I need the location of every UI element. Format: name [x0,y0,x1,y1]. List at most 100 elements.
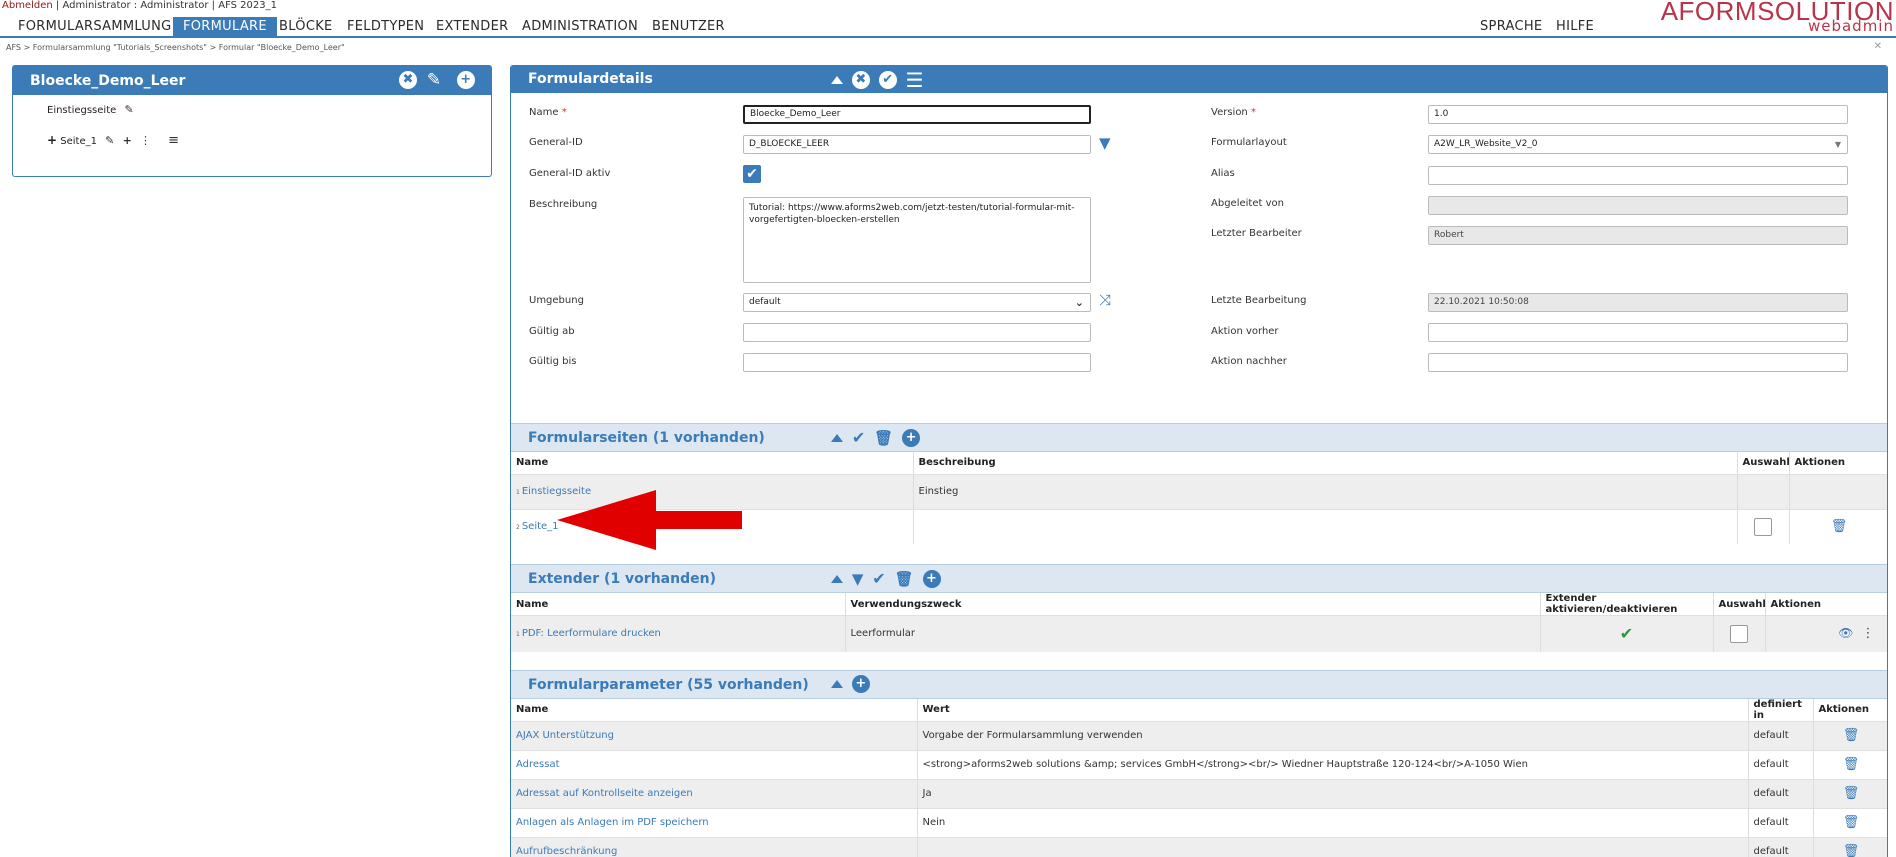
filter-icon[interactable]: ▼ [852,570,864,588]
param-value-cell [917,836,1749,857]
nav-formularsammlung[interactable]: FORMULARSAMMLUNG [8,17,181,37]
trash-icon[interactable]: 🗑 [874,429,893,447]
col-name[interactable]: Name [511,452,914,474]
add-circle-icon[interactable]: + [922,570,941,588]
nav-administration[interactable]: ADMINISTRATION [512,17,648,37]
col-value[interactable]: Wert [917,698,1749,721]
param-name-cell[interactable]: Adressat [511,749,918,779]
environment-label: Umgebung [529,295,584,306]
params-table-header: Name Wert definiert in Aktionen [511,698,1887,721]
nav-benutzer[interactable]: BENUTZER [642,17,735,37]
trash-icon[interactable]: 🗑 [1843,844,1860,857]
derived-input [1428,196,1848,215]
trash-icon[interactable]: 🗑 [1843,757,1860,772]
collapse-icon[interactable] [831,575,843,583]
param-defined-cell: default [1748,807,1814,837]
general-id-input[interactable]: D_BLOECKE_LEER [743,135,1091,154]
nav-extender[interactable]: EXTENDER [426,17,518,37]
actions-cell: 🗑 [1813,749,1887,779]
form-details-panel: Formulardetails ✖ ✔ ☰ Name * Bloecke_Dem… [510,65,1888,857]
trash-icon[interactable]: 🗑 [1843,815,1860,830]
action-before-input[interactable] [1428,323,1848,342]
col-name[interactable]: Name [511,593,846,616]
chevron-down-icon: ⌄ [1074,296,1084,309]
derived-label: Abgeleitet von [1211,198,1284,209]
page-link[interactable]: Seite_1 [522,521,559,532]
close-icon[interactable]: ✕ [1874,41,1882,52]
valid-from-input[interactable] [743,323,1091,342]
layout-label: Formularlayout [1211,137,1287,148]
trash-icon[interactable]: 🗑 [895,570,914,588]
add-circle-icon[interactable]: + [851,674,870,693]
add-circle-icon[interactable]: + [902,429,921,447]
description-textarea[interactable]: Tutorial: https://www.aforms2web.com/jet… [743,197,1091,283]
version-input[interactable]: 1.0 [1428,105,1848,124]
edit-icon[interactable]: ✎ [105,134,114,147]
nav-hilfe[interactable]: HILFE [1546,17,1604,37]
param-name-cell[interactable]: Anlagen als Anlagen im PDF speichern [511,807,918,837]
col-description[interactable]: Beschreibung [913,452,1738,474]
eye-icon[interactable]: 👁 [1838,626,1853,640]
tree-item-entry-label[interactable]: Einstiegsseite [47,105,116,116]
selection-checkbox[interactable] [1730,624,1748,643]
active-check-icon[interactable]: ✔ [1620,624,1633,643]
extender-name-cell: 1 PDF: Leerformulare drucken [511,615,846,652]
actions-cell [1789,473,1887,509]
nav-feldtypen[interactable]: FELDTYPEN [337,17,434,37]
close-circle-icon[interactable]: ✖ [851,71,870,89]
more-dots-icon[interactable]: ⋮ [1862,626,1875,641]
add-circle-icon[interactable]: + [123,134,132,147]
drag-handle-icon[interactable]: ⋮ [140,134,151,147]
general-id-active-checkbox[interactable]: ✔ [743,165,761,183]
collapse-icon[interactable] [831,76,843,84]
col-defined-in[interactable]: definiert in [1748,698,1814,721]
extender-link[interactable]: PDF: Leerformulare drucken [522,628,661,639]
edit-icon[interactable]: ✎ [427,71,447,89]
nav-bloecke[interactable]: BLÖCKE [269,17,343,37]
valid-to-input[interactable] [743,353,1091,372]
check-circle-icon[interactable]: ✔ [878,71,897,89]
nav-sprache[interactable]: SPRACHE [1470,17,1552,37]
params-title: Formularparameter (55 vorhanden) [528,676,809,693]
close-circle-icon[interactable]: ✖ [399,71,417,89]
param-name-cell[interactable]: AJAX Unterstützung [511,720,918,750]
aformsolution-logo: AFORMSOLUTION webadmin [1661,0,1894,34]
param-name-cell[interactable]: Adressat auf Kontrollseite anzeigen [511,778,918,808]
table-row: Anlagen als Anlagen im PDF speichern Nei… [511,807,1887,837]
tree-item-entry[interactable]: Einstiegsseite ✎ [47,103,491,121]
col-actions: Aktionen [1765,593,1887,616]
menu-icon[interactable]: ≡ [168,133,179,148]
filter-icon[interactable]: ▼ [1099,134,1111,152]
trash-icon[interactable]: 🗑 [1831,519,1848,534]
logout-link[interactable]: Abmelden [2,0,53,11]
list-icon[interactable]: ☰ [906,68,924,92]
nav-formulare[interactable]: FORMULARE [173,17,277,37]
trash-icon[interactable]: 🗑 [1843,786,1860,801]
tree-item-page-label[interactable]: Seite_1 [60,136,97,147]
action-after-input[interactable] [1428,353,1848,372]
breadcrumb: AFS > Formularsammlung "Tutorials_Screen… [6,43,345,52]
add-circle-icon[interactable]: + [456,71,475,89]
tree-item-page[interactable]: + Seite_1 ✎ + ⋮ ≡ [47,133,491,151]
expand-plus-icon[interactable]: + [47,133,57,147]
collapse-icon[interactable] [831,434,843,442]
collapse-icon[interactable] [831,679,843,688]
actions-cell: 🗑 [1813,720,1887,750]
alias-input[interactable] [1428,166,1848,185]
check-square-icon[interactable]: ✔ [852,428,865,447]
layout-select[interactable]: A2W_LR_Website_V2_0 ▼ [1428,135,1848,154]
col-name[interactable]: Name [511,698,918,721]
table-row: Aufrufbeschränkung default 🗑 [511,836,1887,857]
environment-select[interactable]: default ⌄ [743,293,1091,312]
form-tree-body: Einstiegsseite ✎ + Seite_1 ✎ + ⋮ ≡ [13,95,491,151]
name-input[interactable]: Bloecke_Demo_Leer [743,105,1091,124]
formdetails-header: Formulardetails ✖ ✔ ☰ [511,66,1887,93]
shuffle-icon[interactable]: ⤨ [1099,291,1111,309]
check-square-icon[interactable]: ✔ [872,569,885,588]
selection-checkbox[interactable] [1754,517,1772,536]
param-defined-cell: default [1748,720,1814,750]
param-name-cell[interactable]: Aufrufbeschränkung [511,836,918,857]
edit-icon[interactable]: ✎ [124,103,133,116]
trash-icon[interactable]: 🗑 [1843,728,1860,743]
col-purpose[interactable]: Verwendungszweck [845,593,1541,616]
